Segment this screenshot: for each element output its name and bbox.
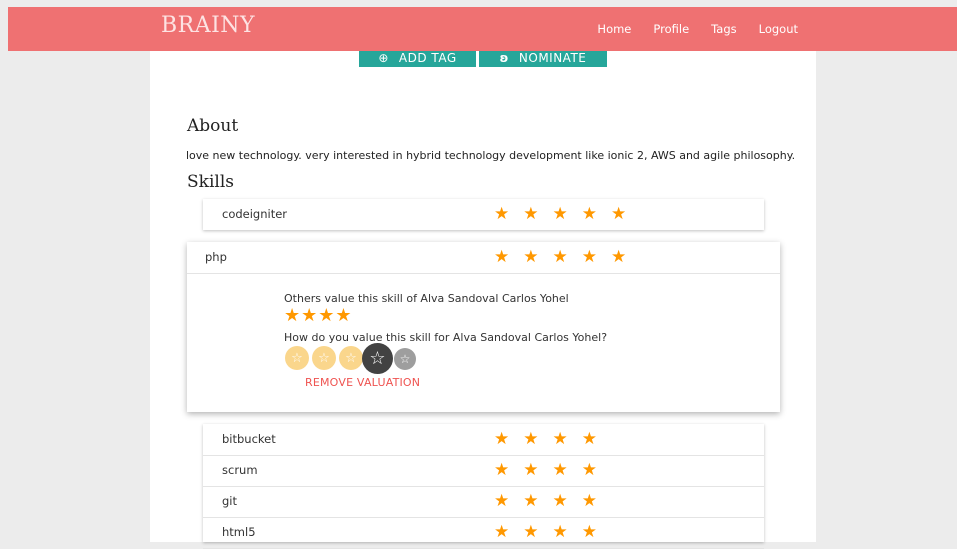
skill-rating-stars: ★★★★★: [494, 247, 641, 267]
skill-name: git: [222, 494, 238, 508]
nominate-label: NOMINATE: [518, 51, 587, 65]
skill-rating-stars: ★★★★: [494, 429, 611, 449]
about-text: love new technology. very interested in …: [186, 149, 796, 162]
rate-star-1-button[interactable]: ☆: [285, 346, 309, 370]
skill-name: php: [205, 250, 227, 264]
nav-logout-link[interactable]: Logout: [759, 22, 798, 36]
others-value-label: Others value this skill of Alva Sandoval…: [284, 292, 569, 305]
top-navbar: BRAINY Home Profile Tags Logout: [8, 7, 957, 51]
skill-name: codeigniter: [222, 207, 288, 221]
nav-profile-link[interactable]: Profile: [653, 22, 689, 36]
rate-star-3-button[interactable]: ☆: [339, 346, 363, 370]
skill-row-bitbucket[interactable]: bitbucket ★★★★: [203, 424, 764, 456]
skill-row-php[interactable]: php ★★★★★: [187, 242, 780, 274]
add-circle-icon: ⊕: [378, 51, 389, 65]
skill-name: html5: [222, 525, 256, 539]
skills-heading: Skills: [187, 172, 234, 192]
add-tag-button[interactable]: ⊕ ADD TAG: [359, 51, 476, 67]
skill-name: bitbucket: [222, 432, 276, 446]
skill-row-scrum[interactable]: scrum ★★★★: [203, 455, 764, 487]
add-tag-label: ADD TAG: [398, 51, 457, 65]
skill-name: scrum: [222, 463, 258, 477]
skill-rating-stars: ★★★★: [494, 522, 611, 542]
main-nav: Home Profile Tags Logout: [597, 7, 798, 51]
your-value-question: How do you value this skill for Alva San…: [284, 331, 608, 344]
nav-home-link[interactable]: Home: [597, 22, 631, 36]
skill-panel-php-expanded: php ★★★★★ Others value this skill of Alv…: [187, 242, 780, 412]
remove-valuation-button[interactable]: REMOVE VALUATION: [305, 376, 420, 389]
skill-rating-stars: ★★★★: [494, 460, 611, 480]
rate-star-5-button[interactable]: ☆: [394, 348, 416, 370]
skill-row-codeigniter[interactable]: codeigniter ★★★★★: [203, 199, 764, 230]
skill-rating-stars: ★★★★: [494, 491, 611, 511]
nominate-button[interactable]: ʚ NOMINATE: [479, 51, 607, 67]
skill-row-git[interactable]: git ★★★★: [203, 486, 764, 518]
brand-logo[interactable]: BRAINY: [161, 13, 255, 38]
about-heading: About: [187, 116, 239, 136]
skills-list: bitbucket ★★★★ scrum ★★★★ git ★★★★ html5…: [203, 424, 764, 549]
rate-star-2-button[interactable]: ☆: [312, 346, 336, 370]
skill-rating-stars: ★★★★★: [494, 204, 641, 224]
nav-tags-link[interactable]: Tags: [711, 22, 736, 36]
nominate-icon: ʚ: [499, 51, 509, 65]
others-rating-stars: ★★★★: [284, 305, 353, 326]
skill-row-html5[interactable]: html5 ★★★★: [203, 517, 764, 549]
rate-star-4-button[interactable]: ☆: [362, 343, 393, 374]
